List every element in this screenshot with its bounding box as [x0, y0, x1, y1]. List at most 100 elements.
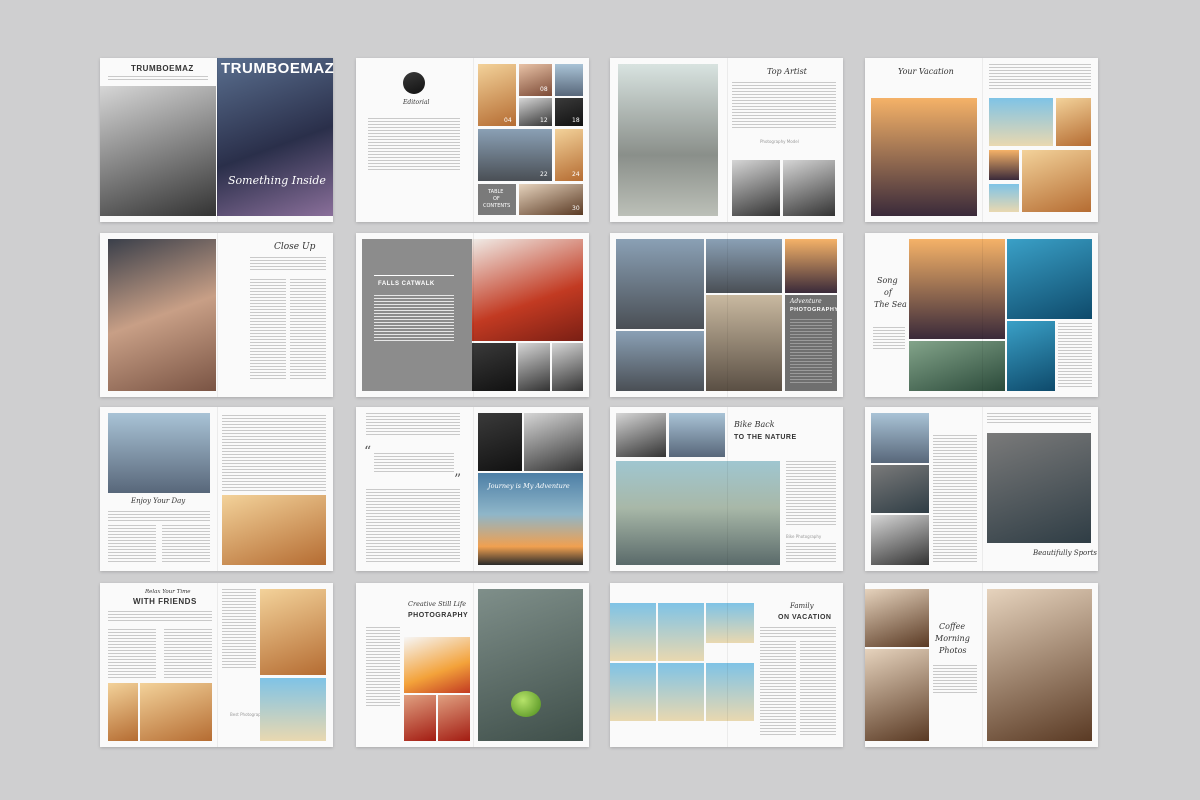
sea-title-3: The Sea [874, 300, 907, 309]
family-photo-4 [610, 663, 656, 721]
journey-body [366, 489, 460, 563]
adventure-body [790, 319, 832, 385]
adventure-photo-2 [706, 239, 782, 293]
bike-body-1 [786, 461, 836, 527]
catwalk-photo-4 [552, 343, 583, 391]
artist-photo-3 [783, 160, 835, 216]
cover-left-title: TRUMBOEMAZ [131, 64, 194, 73]
enjoy-title: Enjoy Your Day [131, 497, 186, 505]
bike-photo-1 [616, 413, 666, 457]
adventure-title-1: Adventure [790, 298, 822, 305]
sports-photo-main [987, 433, 1091, 543]
artist-photo-2 [732, 160, 780, 216]
friends-photo-3 [260, 589, 326, 675]
toc-num-04: 04 [504, 117, 512, 124]
cover-intro-lines [108, 76, 208, 82]
green-apple [511, 691, 541, 717]
cover-magazine [217, 58, 333, 216]
sea-title-1: Song [877, 276, 898, 285]
vacation-photo-2 [989, 98, 1053, 146]
toc-num-30: 30 [572, 205, 580, 212]
sea-caption [873, 327, 905, 351]
spread-cover: TRUMBOEMAZ TRUMBOEMAZ Something Inside [100, 58, 335, 222]
sports-photo-3 [871, 515, 929, 565]
editorial-title: Editorial [403, 99, 430, 106]
bike-title-2: TO THE NATURE [734, 434, 797, 441]
cover-headline: Something Inside [228, 174, 326, 187]
still-life-title-2: PHOTOGRAPHY [408, 612, 469, 619]
bike-body-2 [786, 543, 836, 563]
journey-quote-close: ” [454, 472, 462, 488]
spread-close-up: Close Up [100, 233, 333, 397]
close-up-title: Close Up [274, 242, 316, 252]
family-photo-5 [658, 663, 704, 721]
coffee-title-2: Morning [935, 634, 970, 643]
vacation-photo-4 [989, 150, 1019, 180]
friends-col-2 [164, 629, 212, 679]
enjoy-col-2 [162, 525, 210, 563]
close-up-col-2 [290, 279, 326, 379]
cover-hat-portrait [100, 86, 216, 216]
spread-vacation: Your Vacation [865, 58, 1098, 222]
toc-num-12: 12 [540, 117, 548, 124]
adventure-photo-5 [706, 295, 782, 391]
catwalk-photo-3 [518, 343, 550, 391]
spread-bike: Bike Back TO THE NATURE Bike Photography [610, 407, 843, 571]
sports-photo-2 [871, 465, 929, 513]
cover-right-title: TRUMBOEMAZ [221, 60, 335, 77]
close-up-col-1 [250, 279, 286, 379]
sports-title: Beautifully Sports [1033, 549, 1098, 557]
coffee-photo-main [987, 589, 1092, 741]
friends-body-right [222, 589, 256, 669]
vacation-photo-3 [1056, 98, 1091, 146]
close-up-intro [250, 257, 326, 271]
family-intro [760, 627, 836, 637]
editorial-body [368, 118, 460, 170]
toc-num-22: 22 [540, 171, 548, 178]
friends-photo-1 [108, 683, 138, 741]
enjoy-photo-main [108, 413, 210, 493]
toc-label-1: TABLE [488, 189, 504, 195]
family-col-2 [800, 641, 836, 737]
vacation-title: Your Vacation [898, 67, 954, 76]
toc-num-18: 18 [572, 117, 580, 124]
photo-model-caption: Photography Model [760, 139, 799, 144]
spread-journey: “ ” Journey is My Adventure [356, 407, 589, 571]
adventure-photo-1 [616, 239, 704, 329]
journey-photo-2 [524, 413, 583, 471]
family-photo-6 [706, 663, 754, 721]
friends-photo-4 [260, 678, 326, 741]
spread-editorial: Editorial TABLE OF CONTENTS 04 08 12 18 … [356, 58, 589, 222]
toc-label-2: OF [493, 196, 500, 202]
vacation-photo-6 [1022, 150, 1091, 212]
family-photo-3 [706, 603, 754, 643]
friends-intro [108, 611, 212, 623]
enjoy-photo-2 [222, 495, 326, 565]
close-up-portrait [108, 239, 216, 391]
still-life-body [366, 627, 400, 707]
enjoy-intro [108, 511, 210, 521]
sports-intro [987, 413, 1091, 425]
bike-photo-2 [669, 413, 725, 457]
still-life-photo-1 [404, 637, 470, 693]
top-artist-body [732, 82, 836, 130]
friends-title-2: WITH FRIENDS [133, 597, 197, 606]
journey-quote-text [374, 453, 454, 473]
sea-photo-main [909, 239, 1005, 339]
catwalk-title: FALLS CATWALK [378, 281, 435, 287]
family-title-2: ON VACATION [778, 614, 832, 621]
sea-body [1058, 323, 1092, 389]
sports-body [933, 435, 977, 563]
adventure-photo-4 [616, 331, 704, 391]
journey-quote-open: “ [364, 444, 372, 460]
spread-adventure: Adventure PHOTOGRAPHY [610, 233, 843, 397]
enjoy-col-1 [108, 525, 156, 563]
toc-num-08: 08 [540, 86, 548, 93]
sea-photo-2 [1007, 239, 1092, 319]
journey-intro [366, 413, 460, 435]
spread-sports: Beautifully Sports [865, 407, 1098, 571]
still-life-title-1: Creative Still Life [408, 600, 467, 608]
magazine-template-preview: { "spreads": { "cover": {"title_left": "… [0, 0, 1200, 800]
coffee-title-3: Photos [939, 646, 967, 655]
journey-title: Journey is My Adventure [488, 482, 570, 490]
